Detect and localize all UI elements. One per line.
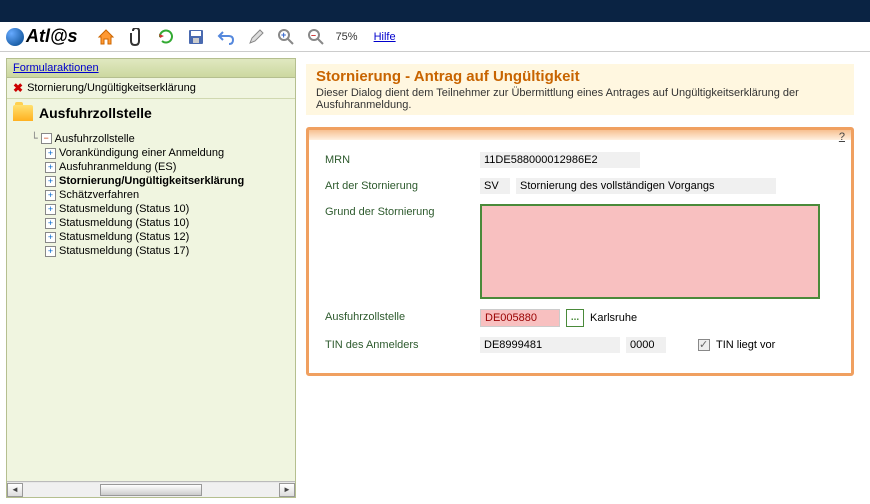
main-area: Formularaktionen ✖ Stornierung/Ungültigk…: [0, 52, 870, 504]
art-row: Art der Stornierung SV Stornierung des v…: [325, 178, 835, 194]
globe-icon: [6, 28, 24, 46]
svg-text:–: –: [311, 30, 316, 40]
tree-item-label: Statusmeldung (Status 17): [59, 245, 189, 257]
art-text: Stornierung des vollständigen Vorgangs: [516, 178, 776, 194]
help-link[interactable]: Hilfe: [374, 31, 396, 43]
action-label: Stornierung/Ungültigkeitserklärung: [27, 82, 196, 94]
tree-connector: └: [31, 132, 38, 145]
tin-label: TIN des Anmelders: [325, 337, 480, 351]
tin-row: TIN des Anmelders DE8999481 0000 TIN lie…: [325, 337, 835, 353]
sidebar: Formularaktionen ✖ Stornierung/Ungültigk…: [6, 58, 296, 498]
zollstelle-label: Ausfuhrzollstelle: [325, 309, 480, 323]
tree-item-label: Statusmeldung (Status 10): [59, 217, 189, 229]
tin-sub: 0000: [626, 337, 666, 353]
panel-help-icon[interactable]: ?: [839, 131, 845, 143]
art-label: Art der Stornierung: [325, 178, 480, 192]
expand-icon[interactable]: +: [45, 246, 56, 257]
tree-item[interactable]: +Schätzverfahren: [17, 188, 291, 202]
tree-item[interactable]: +Statusmeldung (Status 12): [17, 230, 291, 244]
scroll-track[interactable]: [23, 483, 279, 497]
tree-root[interactable]: └ − Ausfuhrzollstelle: [17, 131, 291, 146]
expand-icon[interactable]: +: [45, 218, 56, 229]
grund-label: Grund der Stornierung: [325, 204, 480, 218]
zollstelle-name: Karlsruhe: [590, 312, 637, 324]
folder-icon: [13, 105, 33, 121]
expand-icon[interactable]: +: [45, 190, 56, 201]
tree-item-label: Ausfuhranmeldung (ES): [59, 161, 176, 173]
tree-item[interactable]: +Vorankündigung einer Anmeldung: [17, 146, 291, 160]
scroll-thumb[interactable]: [100, 484, 202, 496]
page-title: Stornierung - Antrag auf Ungültigkeit: [316, 68, 844, 85]
grund-row: Grund der Stornierung: [325, 204, 835, 299]
expand-icon[interactable]: +: [45, 148, 56, 159]
scroll-right-icon[interactable]: ►: [279, 483, 295, 497]
form-panel: ? MRN 11DE588000012986E2 Art der Stornie…: [306, 127, 854, 376]
mrn-row: MRN 11DE588000012986E2: [325, 152, 835, 168]
zoom-in-icon[interactable]: +: [276, 27, 296, 47]
horizontal-scrollbar[interactable]: ◄ ►: [7, 481, 295, 497]
tree-item[interactable]: +Statusmeldung (Status 17): [17, 244, 291, 258]
save-icon[interactable]: [186, 27, 206, 47]
tree-item[interactable]: +Statusmeldung (Status 10): [17, 216, 291, 230]
sidebar-header: Formularaktionen: [7, 59, 295, 78]
tin-checkbox-label: TIN liegt vor: [716, 339, 775, 351]
tree-item-label: Vorankündigung einer Anmeldung: [59, 147, 224, 159]
expand-icon[interactable]: +: [45, 162, 56, 173]
home-icon[interactable]: [96, 27, 116, 47]
svg-text:+: +: [281, 30, 286, 40]
top-bar: [0, 0, 870, 22]
toolbar: Atl@s + – 75% Hilfe: [0, 22, 870, 52]
tree-item-label: Statusmeldung (Status 10): [59, 203, 189, 215]
tree-item[interactable]: +Statusmeldung (Status 10): [17, 202, 291, 216]
zollstelle-row: Ausfuhrzollstelle DE005880 ... Karlsruhe: [325, 309, 835, 327]
tree-item-label: Statusmeldung (Status 12): [59, 231, 189, 243]
attachment-icon[interactable]: [126, 27, 146, 47]
content-header: Stornierung - Antrag auf Ungültigkeit Di…: [306, 64, 854, 115]
tree-item-active[interactable]: +Stornierung/Ungültigkeitserklärung: [17, 174, 291, 188]
grund-input[interactable]: [480, 204, 820, 299]
logo-text: Atl@s: [26, 26, 78, 47]
app-logo: Atl@s: [6, 26, 78, 47]
tree-root-label: Ausfuhrzollstelle: [55, 133, 135, 145]
zoom-out-icon[interactable]: –: [306, 27, 326, 47]
section-title: Ausfuhrzollstelle: [39, 105, 152, 121]
tree-item-label: Schätzverfahren: [59, 189, 139, 201]
undo-icon[interactable]: [216, 27, 236, 47]
collapse-icon[interactable]: −: [41, 133, 52, 144]
content-pane: Stornierung - Antrag auf Ungültigkeit Di…: [306, 58, 864, 498]
zoom-level: 75%: [336, 31, 358, 43]
refresh-icon[interactable]: [156, 27, 176, 47]
tree-item[interactable]: +Ausfuhranmeldung (ES): [17, 160, 291, 174]
art-code: SV: [480, 178, 510, 194]
expand-icon[interactable]: +: [45, 176, 56, 187]
lookup-button[interactable]: ...: [566, 309, 584, 327]
cancel-action-row[interactable]: ✖ Stornierung/Ungültigkeitserklärung: [7, 78, 295, 98]
mrn-value: 11DE588000012986E2: [480, 152, 640, 168]
tree-item-label: Stornierung/Ungültigkeitserklärung: [59, 175, 244, 187]
tin-value: DE8999481: [480, 337, 620, 353]
nav-tree: └ − Ausfuhrzollstelle +Vorankündigung ei…: [7, 127, 295, 481]
tin-checkbox[interactable]: [698, 339, 710, 351]
page-description: Dieser Dialog dient dem Teilnehmer zur Ü…: [316, 87, 844, 111]
zollstelle-code[interactable]: DE005880: [480, 309, 560, 327]
expand-icon[interactable]: +: [45, 232, 56, 243]
edit-icon[interactable]: [246, 27, 266, 47]
panel-top-gradient: [309, 130, 851, 140]
close-icon: ✖: [13, 81, 23, 95]
scroll-left-icon[interactable]: ◄: [7, 483, 23, 497]
section-header: Ausfuhrzollstelle: [7, 98, 295, 127]
sidebar-header-link[interactable]: Formularaktionen: [13, 62, 99, 74]
expand-icon[interactable]: +: [45, 204, 56, 215]
mrn-label: MRN: [325, 152, 480, 166]
